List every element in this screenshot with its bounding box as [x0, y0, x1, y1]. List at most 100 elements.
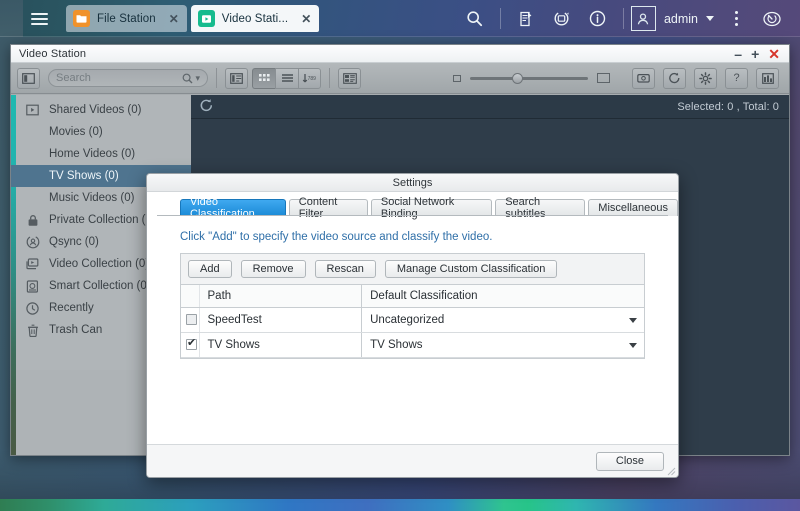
taskbar-separator: [499, 8, 501, 29]
dialog-resize-handle[interactable]: [666, 465, 676, 476]
taskbar-tab-label: File Station: [97, 12, 156, 25]
dialog-tab-miscellaneous[interactable]: Miscellaneous: [588, 199, 678, 216]
taskbar-tab-video-station[interactable]: Video Stati... ✕: [190, 5, 320, 32]
list-view-icon[interactable]: [275, 67, 298, 89]
panel-icon[interactable]: [756, 67, 779, 89]
trash-icon: [25, 324, 40, 337]
sort-icon[interactable]: 789: [298, 67, 321, 89]
refresh-arrow-icon[interactable]: [199, 98, 214, 115]
row-classification-value: TV Shows: [370, 338, 423, 351]
search-input[interactable]: Search ▾: [48, 69, 208, 87]
dialog-title: Settings: [392, 176, 433, 189]
sidebar-item-home-videos-0[interactable]: Home Videos (0): [11, 143, 191, 165]
close-button[interactable]: ✕: [768, 47, 780, 61]
more-options-icon[interactable]: [718, 0, 754, 37]
taskbar-tab-label: Video Stati...: [221, 12, 289, 25]
detail-view-icon[interactable]: [225, 67, 248, 89]
chevron-down-icon[interactable]: [629, 317, 637, 323]
add-button[interactable]: Add: [188, 260, 232, 278]
help-icon[interactable]: ?: [725, 67, 748, 89]
maximize-button[interactable]: +: [751, 47, 759, 61]
tv-output-icon[interactable]: [632, 67, 655, 89]
folder-icon: [73, 10, 90, 27]
minimize-button[interactable]: –: [734, 47, 742, 61]
sidebar-item-movies-0[interactable]: Movies (0): [11, 121, 191, 143]
row-checkbox-cell[interactable]: [181, 332, 200, 358]
row-classification-select[interactable]: TV Shows: [361, 332, 644, 358]
window-title: Video Station: [19, 47, 87, 60]
sidebar-item-label: Shared Videos (0): [49, 104, 142, 116]
search-placeholder: Search: [56, 72, 91, 84]
search-icon[interactable]: ▾: [182, 73, 200, 84]
grid-view-icon[interactable]: [252, 67, 275, 89]
window-title-bar[interactable]: Video Station – + ✕: [11, 45, 789, 63]
sidebar-toggle-icon[interactable]: [17, 67, 40, 89]
video-station-window: Video Station – + ✕ Search ▾ 789 ? Share…: [10, 44, 790, 478]
row-path: TV Shows: [199, 332, 363, 358]
sidebar-item-label: Private Collection (0): [49, 214, 156, 226]
dock-glow: [0, 499, 800, 511]
manage-custom-classification-button[interactable]: Manage Custom Classification: [384, 260, 558, 278]
table-row[interactable]: TV Shows TV Shows: [181, 332, 644, 358]
toolbar-right-buttons: ?: [632, 67, 783, 89]
dialog-hint-text: Click "Add" to specify the video source …: [180, 231, 493, 243]
sync-icon[interactable]: [544, 0, 580, 37]
zoom-slider[interactable]: [470, 72, 588, 84]
user-name-label: admin: [663, 11, 698, 26]
taskbar-tab-close-icon[interactable]: ✕: [295, 13, 311, 25]
notes-icon[interactable]: [508, 0, 544, 37]
classification-panel: Add Remove Rescan Manage Custom Classificat…: [180, 253, 645, 359]
chevron-down-icon: [706, 16, 714, 21]
sidebar-item-label: TV Shows (0): [49, 170, 119, 182]
svg-text:789: 789: [308, 76, 317, 82]
dialog-tab-video-classification[interactable]: Video Classification: [180, 196, 286, 220]
taskbar-tab-file-station[interactable]: File Station ✕: [66, 5, 187, 32]
taskbar-corner-shade: [0, 0, 23, 37]
toolbar-separator: [329, 68, 330, 88]
app-toolbar: Search ▾ 789 ?: [11, 63, 789, 94]
search-icon[interactable]: [457, 0, 493, 37]
remove-button[interactable]: Remove: [240, 260, 306, 278]
dialog-tab-social-network-binding[interactable]: Social Network Binding: [370, 196, 493, 220]
chevron-down-icon[interactable]: [629, 342, 637, 348]
dashboard-icon[interactable]: [754, 0, 790, 37]
gear-icon[interactable]: [694, 67, 717, 89]
sidebar-item-shared-videos-0[interactable]: Shared Videos (0): [11, 99, 191, 121]
close-dialog-button[interactable]: Close: [595, 451, 664, 471]
taskbar-tab-close-icon[interactable]: ✕: [163, 13, 179, 25]
dialog-tab-content-filter[interactable]: Content Filter: [288, 196, 368, 220]
qsync-icon: [25, 235, 40, 249]
dialog-tabstrip: Video Classification Content Filter Social…: [147, 192, 678, 220]
row-classification-select[interactable]: Uncategorized: [361, 307, 644, 333]
sidebar-item-label: Video Collection (0): [49, 258, 150, 270]
dialog-tab-search-subtitles[interactable]: Search subtitles: [495, 196, 586, 220]
taskbar-tabs: File Station ✕ Video Stati... ✕: [66, 5, 320, 32]
hamburger-menu-icon[interactable]: [22, 0, 56, 37]
row-checkbox[interactable]: [186, 337, 197, 350]
rescan-button[interactable]: Rescan: [314, 260, 376, 278]
info-icon[interactable]: [580, 0, 616, 37]
zoom-slider-handle[interactable]: [512, 72, 523, 84]
row-checkbox[interactable]: [186, 313, 197, 325]
sidebar-item-label: Music Videos (0): [49, 192, 135, 204]
card-view-icon[interactable]: [338, 67, 361, 89]
header-checkbox-col: [181, 285, 200, 308]
taskbar-right-icons: admin: [457, 0, 800, 37]
zoom-slider-group: [453, 72, 610, 84]
header-default-classification[interactable]: Default Classification: [361, 285, 644, 308]
dialog-title-bar[interactable]: Settings: [147, 174, 678, 192]
clock-icon: [25, 301, 40, 315]
header-path[interactable]: Path: [199, 285, 363, 308]
chevron-down-icon[interactable]: ▾: [195, 73, 200, 84]
table-row[interactable]: SpeedTest Uncategorized: [181, 307, 644, 333]
video-icon: [197, 10, 215, 27]
row-path: SpeedTest: [199, 307, 363, 333]
row-classification-value: Uncategorized: [370, 313, 445, 326]
user-menu[interactable]: admin: [630, 6, 718, 31]
dialog-button-bar: Add Remove Rescan Manage Custom Classificat…: [181, 254, 644, 285]
row-checkbox-cell[interactable]: [181, 307, 200, 333]
refresh-icon[interactable]: [663, 67, 686, 89]
sidebar-item-label: Movies (0): [49, 126, 103, 138]
sidebar-item-label: Qsync (0): [49, 236, 99, 248]
lock-icon: [25, 214, 40, 227]
